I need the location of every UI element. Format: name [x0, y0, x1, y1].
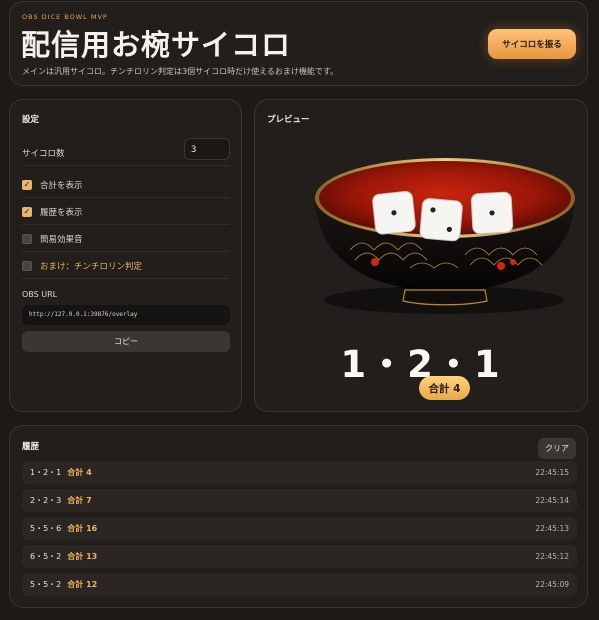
settings-panel: 設定 サイコロ数 3 ✓ 合計を表示 ✓ 履歴を表示 簡易効果音 おまけ：チンチ… — [9, 99, 242, 412]
history-dice: 2・2・3 — [30, 496, 62, 505]
app-eyebrow: OBS DICE BOWL MVP — [22, 13, 108, 21]
header-panel: OBS DICE BOWL MVP 配信用お椀サイコロ メインは汎用サイコロ。チ… — [9, 1, 588, 86]
obs-url-field[interactable]: http://127.0.0.1:39876/overlay — [22, 305, 230, 325]
option-show-total-label: 合計を表示 — [40, 180, 83, 191]
history-panel: 履歴 クリア 1・2・1 合計 4 22:45:15 2・2・3 合計 7 22… — [9, 425, 588, 608]
dice-count-input[interactable]: 3 — [184, 138, 230, 160]
obs-url-label: OBS URL — [22, 290, 58, 299]
history-total: 合計 13 — [67, 552, 98, 561]
option-sound-label: 簡易効果音 — [40, 234, 83, 245]
history-time: 22:45:09 — [535, 580, 569, 589]
history-total: 合計 12 — [67, 580, 98, 589]
option-show-history-label: 履歴を表示 — [40, 207, 83, 218]
dice-count-label: サイコロ数 — [22, 148, 65, 159]
history-total: 合計 7 — [67, 496, 92, 505]
page-title: 配信用お椀サイコロ — [21, 28, 292, 62]
option-show-history[interactable]: ✓ 履歴を表示 — [22, 199, 230, 225]
dice-count-row: サイコロ数 3 — [22, 138, 230, 166]
option-show-total[interactable]: ✓ 合計を表示 — [22, 172, 230, 198]
history-total: 合計 16 — [67, 524, 98, 533]
preview-panel: プレビュー 1・2・1 合計 4 — [254, 99, 588, 412]
die-3 — [470, 191, 514, 235]
checkbox-sound[interactable] — [22, 233, 32, 244]
settings-title: 設定 — [22, 115, 40, 125]
die-2 — [419, 198, 463, 242]
copy-url-button[interactable]: コピー — [22, 331, 230, 352]
checkbox-show-history[interactable]: ✓ — [22, 206, 32, 217]
history-time: 22:45:12 — [535, 552, 569, 561]
history-dice: 5・5・2 — [30, 580, 62, 589]
clear-history-button[interactable]: クリア — [538, 438, 576, 459]
history-time: 22:45:15 — [535, 468, 569, 477]
roll-dice-button[interactable]: サイコロを振る — [488, 29, 576, 59]
history-row: 6・5・2 合計 13 22:45:12 — [22, 545, 577, 568]
option-chinchirorin[interactable]: おまけ：チンチロリン判定 — [22, 253, 230, 279]
die-1 — [372, 191, 416, 235]
dice-bowl — [315, 158, 575, 314]
option-chinchirorin-label: おまけ：チンチロリン判定 — [40, 261, 143, 272]
page-subtitle: メインは汎用サイコロ。チンチロリン判定は3個サイコロ時だけ使えるおまけ機能です。 — [22, 67, 339, 76]
checkbox-chinchirorin[interactable] — [22, 260, 32, 271]
history-total: 合計 4 — [67, 468, 92, 477]
option-sound[interactable]: 簡易効果音 — [22, 226, 230, 252]
history-dice: 5・5・6 — [30, 524, 62, 533]
total-badge: 合計 4 — [419, 376, 470, 400]
preview-title: プレビュー — [267, 115, 310, 125]
history-dice: 6・5・2 — [30, 552, 62, 561]
checkbox-show-total[interactable]: ✓ — [22, 179, 32, 190]
history-time: 22:45:13 — [535, 524, 569, 533]
history-time: 22:45:14 — [535, 496, 569, 505]
history-dice: 1・2・1 — [30, 468, 62, 477]
history-row: 5・5・6 合計 16 22:45:13 — [22, 517, 577, 540]
history-row: 2・2・3 合計 7 22:45:14 — [22, 489, 577, 512]
history-row: 5・5・2 合計 12 22:45:09 — [22, 573, 577, 596]
history-title: 履歴 — [22, 442, 40, 452]
history-row: 1・2・1 合計 4 22:45:15 — [22, 461, 577, 484]
